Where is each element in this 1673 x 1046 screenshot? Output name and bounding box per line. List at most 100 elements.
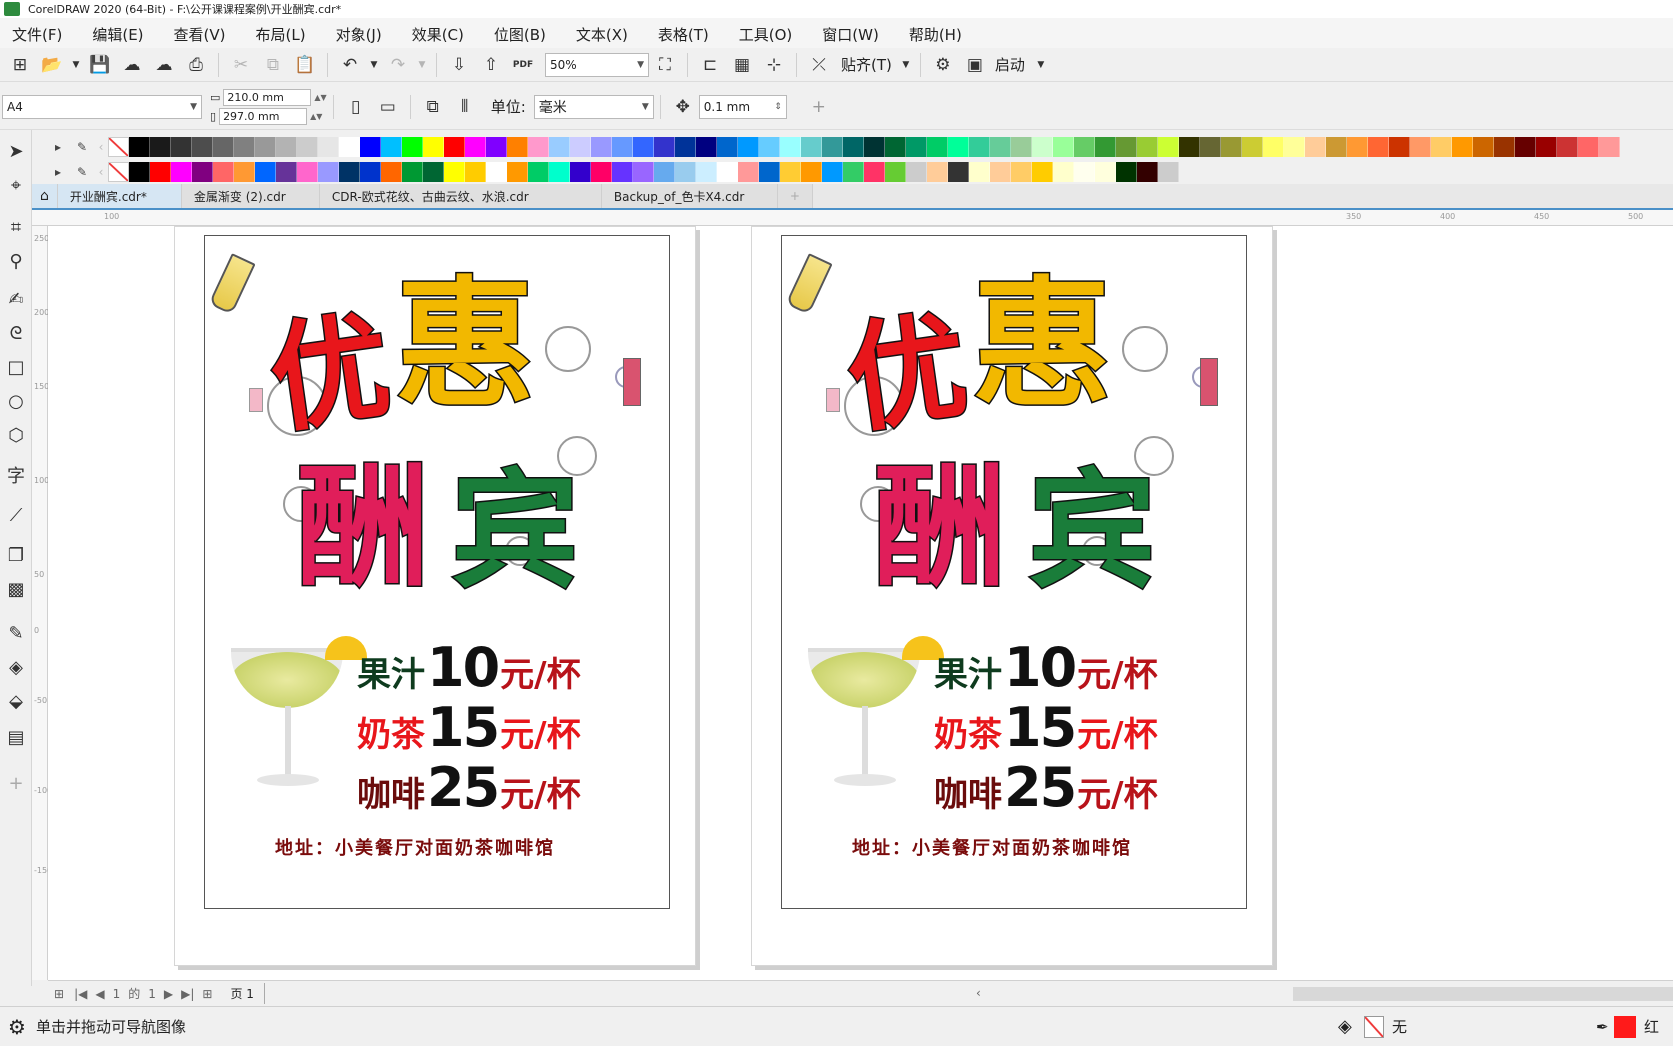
rectangle-tool-icon[interactable]: □ <box>4 354 28 380</box>
color-swatch[interactable] <box>864 162 885 182</box>
no-fill-swatch[interactable] <box>1364 1015 1384 1038</box>
color-swatch[interactable] <box>192 162 213 182</box>
text-tool-icon[interactable]: 字 <box>4 462 28 488</box>
menu-file[interactable]: 文件(F) <box>12 24 76 45</box>
color-swatch[interactable] <box>297 162 318 182</box>
color-swatch[interactable] <box>423 137 444 157</box>
last-page-icon[interactable]: ▶| <box>181 987 194 1001</box>
color-swatch[interactable] <box>1221 137 1242 157</box>
color-swatch[interactable] <box>129 162 150 182</box>
undo-icon[interactable]: ↶ <box>336 52 364 78</box>
color-swatch[interactable] <box>780 137 801 157</box>
color-swatch[interactable] <box>948 137 969 157</box>
color-swatch[interactable] <box>591 162 612 182</box>
landscape-icon[interactable]: ▭ <box>374 94 402 120</box>
open-dropdown-icon[interactable]: ▼ <box>70 52 82 78</box>
color-swatch[interactable] <box>675 162 696 182</box>
menu-layout[interactable]: 布局(L) <box>256 24 320 45</box>
color-swatch[interactable] <box>213 137 234 157</box>
color-swatch[interactable] <box>318 162 339 182</box>
cloud-download-icon[interactable]: ☁ <box>118 52 146 78</box>
show-grid-icon[interactable]: ▦ <box>728 52 756 78</box>
color-swatch[interactable] <box>234 162 255 182</box>
color-swatch[interactable] <box>969 137 990 157</box>
cloud-upload-icon[interactable]: ☁ <box>150 52 178 78</box>
color-swatch[interactable] <box>759 162 780 182</box>
full-screen-preview-icon[interactable]: ⛶ <box>651 52 679 78</box>
menu-table[interactable]: 表格(T) <box>658 24 723 45</box>
horizontal-scrollbar[interactable] <box>1293 987 1673 1001</box>
options-gear-icon[interactable]: ⚙ <box>929 52 957 78</box>
color-swatch[interactable] <box>570 137 591 157</box>
color-swatch[interactable] <box>528 137 549 157</box>
color-swatch[interactable] <box>1452 137 1473 157</box>
color-swatch[interactable] <box>1053 162 1074 182</box>
color-swatch[interactable] <box>1158 162 1179 182</box>
menu-window[interactable]: 窗口(W) <box>822 24 893 45</box>
color-swatch[interactable] <box>1011 162 1032 182</box>
color-swatch[interactable] <box>129 137 150 157</box>
snap-to-button[interactable]: 贴齐(T) <box>841 54 892 75</box>
page-width-field[interactable]: 210.0 mm <box>223 88 312 106</box>
menu-effects[interactable]: 效果(C) <box>412 24 478 45</box>
page-tab[interactable]: 页 1 <box>220 983 265 1004</box>
new-document-icon[interactable]: ⊞ <box>6 52 34 78</box>
eyedropper-icon[interactable]: ✎ <box>70 140 94 154</box>
settings-gear-icon[interactable]: ⚙ <box>8 1015 26 1039</box>
color-swatch[interactable] <box>381 162 402 182</box>
color-swatch[interactable] <box>1074 162 1095 182</box>
color-swatch[interactable] <box>843 137 864 157</box>
page-right[interactable]: 优 惠 酬 宾 果汁 10 元/杯 奶茶 15 元/杯 咖啡 25 元/杯 地址… <box>751 226 1273 966</box>
shape-tool-icon[interactable]: ⌖ <box>4 172 28 198</box>
redo-dropdown-icon[interactable]: ▼ <box>416 52 428 78</box>
open-folder-icon[interactable]: 📂 <box>38 52 66 78</box>
color-swatch[interactable] <box>1557 137 1578 157</box>
color-swatch[interactable] <box>1116 137 1137 157</box>
color-swatch[interactable] <box>276 162 297 182</box>
color-swatch[interactable] <box>1053 137 1074 157</box>
color-swatch[interactable] <box>906 137 927 157</box>
color-swatch[interactable] <box>1116 162 1137 182</box>
page-size-combo[interactable]: A4 ▼ <box>2 94 202 119</box>
polygon-tool-icon[interactable]: ⬡ <box>4 422 28 448</box>
launch-dropdown-icon[interactable]: ▼ <box>1035 52 1047 78</box>
color-swatch[interactable] <box>360 137 381 157</box>
color-swatch[interactable] <box>255 162 276 182</box>
color-swatch[interactable] <box>990 137 1011 157</box>
page-height-field[interactable]: 297.0 mm <box>219 107 308 125</box>
color-swatch[interactable] <box>696 137 717 157</box>
color-swatch[interactable] <box>1074 137 1095 157</box>
color-swatch[interactable] <box>1011 137 1032 157</box>
show-guidelines-icon[interactable]: ⊹ <box>760 52 788 78</box>
show-rulers-icon[interactable]: ⊏ <box>696 52 724 78</box>
redo-icon[interactable]: ↷ <box>384 52 412 78</box>
outline-color-swatch[interactable] <box>1614 1015 1636 1038</box>
color-swatch[interactable] <box>864 137 885 157</box>
color-swatch[interactable] <box>486 162 507 182</box>
color-swatch[interactable] <box>843 162 864 182</box>
poster[interactable]: 优 惠 酬 宾 果汁 10 元/杯 奶茶 15 元/杯 咖啡 25 元/杯 地址… <box>781 235 1247 909</box>
color-swatch[interactable] <box>276 137 297 157</box>
color-swatch[interactable] <box>402 137 423 157</box>
tab-document-2[interactable]: 金属渐变 (2).cdr <box>181 184 320 208</box>
cut-icon[interactable]: ✂ <box>227 52 255 78</box>
prev-page-icon[interactable]: ◀ <box>95 987 104 1001</box>
color-swatch[interactable] <box>465 162 486 182</box>
tab-document-3[interactable]: CDR-欧式花纹、古曲云纹、水浪.cdr <box>319 184 602 208</box>
color-swatch[interactable] <box>612 137 633 157</box>
color-swatch[interactable] <box>507 162 528 182</box>
add-icon[interactable]: + <box>805 94 833 120</box>
interactive-fill-tool-icon[interactable]: ◈ <box>4 654 28 680</box>
tab-document-4[interactable]: Backup_of_色卡X4.cdr <box>601 184 778 208</box>
color-swatch[interactable] <box>1263 137 1284 157</box>
color-swatch[interactable] <box>381 137 402 157</box>
color-swatch[interactable] <box>1599 137 1620 157</box>
color-swatch[interactable] <box>948 162 969 182</box>
menu-view[interactable]: 查看(V) <box>174 24 240 45</box>
tab-home[interactable]: ⌂ <box>32 184 58 208</box>
color-swatch[interactable] <box>633 162 654 182</box>
color-swatch[interactable] <box>1578 137 1599 157</box>
color-swatch[interactable] <box>297 137 318 157</box>
color-swatch[interactable] <box>801 162 822 182</box>
import-icon[interactable]: ⇩ <box>445 52 473 78</box>
